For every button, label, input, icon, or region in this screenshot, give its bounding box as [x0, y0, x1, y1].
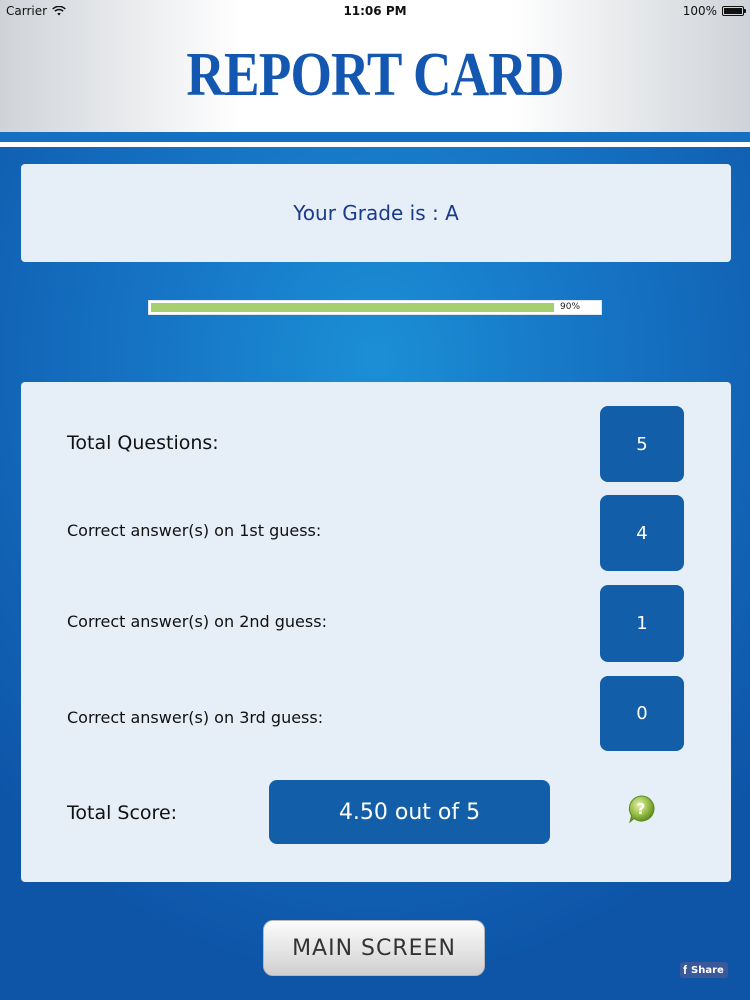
page-title: REPORT CARD	[186, 41, 564, 109]
header-divider	[0, 142, 750, 147]
status-right: 100%	[682, 4, 746, 18]
total-questions-label: Total Questions:	[67, 432, 219, 454]
battery-percent: 100%	[682, 4, 717, 18]
total-score-value: 4.50 out of 5	[269, 780, 550, 844]
second-guess-label: Correct answer(s) on 2nd guess:	[67, 612, 327, 631]
help-icon[interactable]: ?	[626, 794, 656, 824]
score-progress-bar: 90%	[148, 300, 602, 315]
header: Carrier 11:06 PM 100% REPORT CARD	[0, 0, 750, 132]
status-bar: Carrier 11:06 PM 100%	[0, 0, 750, 22]
first-guess-label: Correct answer(s) on 1st guess:	[67, 521, 322, 540]
first-guess-value: 4	[600, 495, 684, 571]
grade-text: Your Grade is : A	[293, 201, 459, 225]
third-guess-value: 0	[600, 676, 684, 751]
total-questions-value: 5	[600, 406, 684, 482]
total-score-label: Total Score:	[67, 802, 178, 824]
share-label: Share	[691, 964, 724, 976]
facebook-share-button[interactable]: f Share	[680, 962, 728, 978]
status-time: 11:06 PM	[343, 4, 407, 18]
facebook-icon: f	[683, 963, 687, 977]
third-guess-label: Correct answer(s) on 3rd guess:	[67, 708, 324, 727]
stats-panel: Total Questions: 5 Correct answer(s) on …	[21, 382, 731, 882]
svg-text:?: ?	[637, 800, 646, 818]
progress-fill	[151, 303, 554, 312]
grade-panel: Your Grade is : A	[21, 164, 731, 262]
battery-icon	[722, 6, 746, 16]
second-guess-value: 1	[600, 585, 684, 662]
main-screen-button[interactable]: MAIN SCREEN	[263, 920, 485, 976]
progress-label: 90%	[560, 302, 581, 312]
header-band	[0, 132, 750, 142]
